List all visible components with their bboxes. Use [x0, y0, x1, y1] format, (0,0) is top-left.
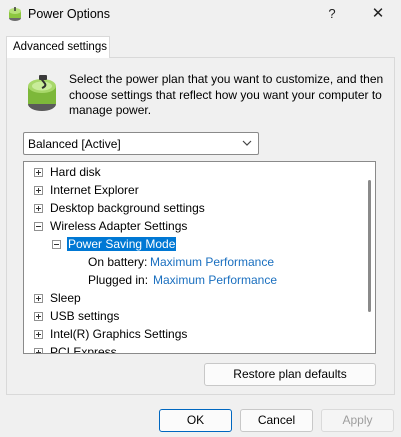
plugged-in-value-link[interactable]: Maximum Performance	[153, 273, 277, 287]
chevron-down-icon	[242, 140, 252, 146]
tree-item-label: Wireless Adapter Settings	[50, 219, 188, 233]
tree-item-intel-graphics[interactable]: Intel(R) Graphics Settings	[24, 325, 364, 343]
tree-item-label: Intel(R) Graphics Settings	[50, 327, 188, 341]
power-plan-icon	[28, 75, 56, 111]
tree-item-on-battery[interactable]: On battery: Maximum Performance	[24, 253, 364, 271]
tree-item-desktop-background[interactable]: Desktop background settings	[24, 199, 364, 217]
tree-item-internet-explorer[interactable]: Internet Explorer	[24, 181, 364, 199]
apply-button[interactable]: Apply	[321, 409, 394, 432]
tree-item-hard-disk[interactable]: Hard disk	[24, 163, 364, 181]
tree-item-label: Hard disk	[50, 165, 101, 179]
tree-item-label-selected: Power Saving Mode	[67, 237, 177, 251]
setting-label: Plugged in:	[88, 273, 149, 287]
tree-item-pci-express[interactable]: PCI Express	[24, 343, 364, 354]
close-button[interactable]: ✕	[364, 2, 392, 26]
tree-item-label: Sleep	[50, 291, 81, 305]
tree-item-label: USB settings	[50, 309, 120, 323]
window-title: Power Options	[28, 7, 110, 21]
help-button[interactable]: ?	[318, 2, 346, 26]
cancel-button[interactable]: Cancel	[240, 409, 313, 432]
tree-scrollbar[interactable]	[363, 164, 375, 351]
tree-item-plugged-in[interactable]: Plugged in: Maximum Performance	[24, 271, 364, 289]
expand-icon[interactable]	[34, 348, 43, 353]
expand-icon[interactable]	[34, 168, 43, 177]
expand-icon[interactable]	[34, 312, 43, 321]
tree-item-usb-settings[interactable]: USB settings	[24, 307, 364, 325]
tree-item-label: PCI Express	[50, 345, 117, 354]
tree-item-label: Desktop background settings	[50, 201, 205, 215]
expand-icon[interactable]	[34, 330, 43, 339]
on-battery-value-link[interactable]: Maximum Performance	[150, 255, 274, 269]
tree-item-label: Internet Explorer	[50, 183, 139, 197]
expand-icon[interactable]	[34, 186, 43, 195]
expand-icon[interactable]	[34, 204, 43, 213]
expand-icon[interactable]	[34, 294, 43, 303]
tree-item-wireless-adapter[interactable]: Wireless Adapter Settings	[24, 217, 364, 235]
collapse-icon[interactable]	[34, 222, 43, 231]
tree-item-sleep[interactable]: Sleep	[24, 289, 364, 307]
description-text: Select the power plan that you want to c…	[69, 72, 384, 117]
collapse-icon[interactable]	[52, 240, 61, 249]
tree-item-power-saving-mode[interactable]: Power Saving Mode	[24, 235, 364, 253]
power-options-icon	[9, 7, 21, 21]
power-plan-value: Balanced [Active]	[28, 137, 121, 151]
ok-button[interactable]: OK	[159, 409, 232, 432]
settings-tree[interactable]: Hard disk Internet Explorer Desktop back…	[23, 161, 376, 354]
title-bar: Power Options ? ✕	[0, 0, 401, 30]
scrollbar-thumb[interactable]	[368, 180, 371, 312]
restore-plan-defaults-button[interactable]: Restore plan defaults	[204, 363, 376, 386]
tab-advanced-settings[interactable]: Advanced settings	[6, 36, 110, 58]
setting-label: On battery:	[88, 255, 148, 269]
power-plan-dropdown[interactable]: Balanced [Active]	[23, 132, 259, 155]
